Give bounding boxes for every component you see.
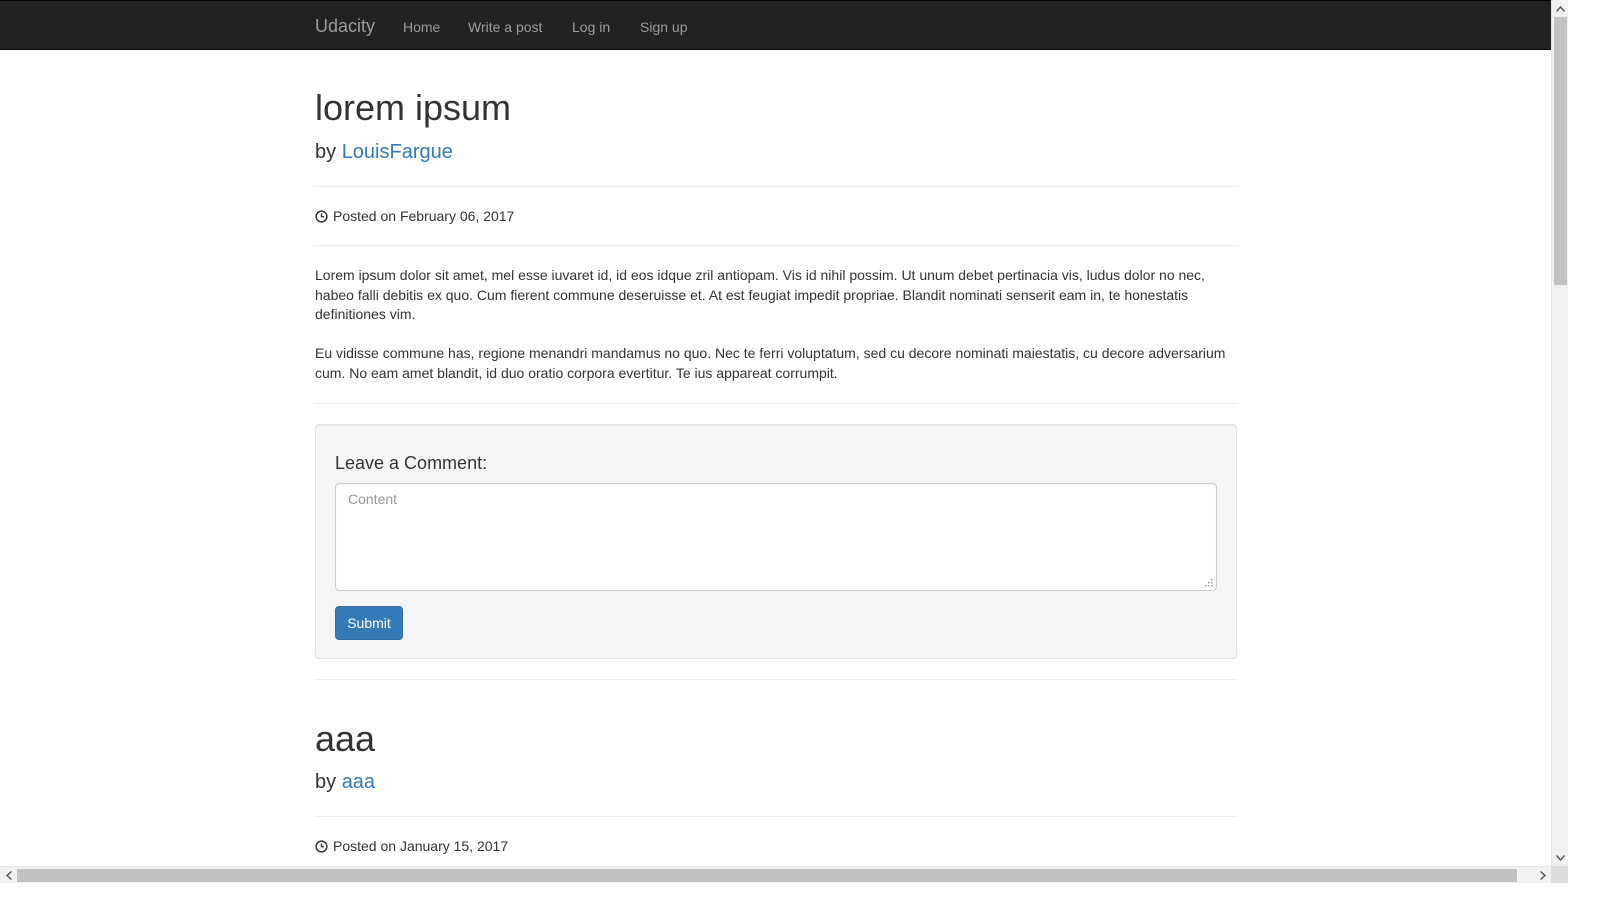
post-paragraph: Lorem ipsum dolor sit amet, mel esse iuv…	[315, 267, 1205, 323]
author-link[interactable]: aaa	[342, 771, 375, 793]
clock-icon	[315, 839, 328, 853]
scrollbar-corner	[1551, 866, 1568, 883]
clock-icon	[315, 209, 328, 223]
author-link[interactable]: LouisFargue	[342, 141, 453, 163]
divider	[315, 679, 1237, 680]
posted-date-text: Posted on February 06, 2017	[333, 208, 515, 224]
posted-date: Posted on February 06, 2017	[315, 207, 514, 225]
window-bottom-edge	[0, 883, 1600, 900]
horizontal-scroll-thumb[interactable]	[17, 869, 1517, 882]
scroll-right-arrow-icon[interactable]	[1534, 867, 1551, 884]
scroll-left-arrow-icon[interactable]	[0, 867, 17, 884]
posted-date: Posted on January 15, 2017	[315, 837, 508, 855]
divider	[315, 186, 1237, 187]
comment-content-input[interactable]	[335, 483, 1217, 591]
comment-form-heading: Leave a Comment:	[335, 453, 488, 473]
top-navbar: Udacity Home Write a post Log in Sign up	[0, 0, 1551, 50]
divider	[315, 403, 1237, 404]
post-title: lorem ipsum	[315, 87, 512, 128]
brand-link[interactable]: Udacity	[315, 16, 375, 36]
resize-grip-icon[interactable]	[1204, 578, 1214, 588]
nav-write-post-link[interactable]: Write a post	[468, 18, 542, 36]
post-paragraph: Eu vidisse commune has, regione menandri…	[315, 345, 1226, 381]
post-byline: by LouisFargue	[315, 140, 453, 164]
post-title: aaa	[315, 718, 376, 759]
scroll-down-arrow-icon[interactable]	[1552, 849, 1569, 866]
posted-date-text: Posted on January 15, 2017	[333, 838, 509, 854]
divider	[315, 245, 1237, 246]
nav-login-link[interactable]: Log in	[572, 18, 610, 36]
byline-prefix: by	[315, 141, 342, 163]
vertical-scrollbar[interactable]	[1551, 0, 1568, 866]
post-byline: by aaa	[315, 770, 375, 794]
nav-signup-link[interactable]: Sign up	[640, 18, 687, 36]
scroll-up-arrow-icon[interactable]	[1552, 0, 1569, 17]
nav-home-link[interactable]: Home	[403, 18, 440, 36]
horizontal-scrollbar[interactable]	[0, 866, 1551, 883]
comment-form: Leave a Comment: Submit	[315, 424, 1237, 659]
page-viewport: Udacity Home Write a post Log in Sign up…	[0, 0, 1551, 866]
byline-prefix: by	[315, 771, 342, 793]
vertical-scroll-thumb[interactable]	[1554, 17, 1567, 285]
submit-button[interactable]: Submit	[335, 606, 403, 640]
divider	[315, 816, 1237, 817]
